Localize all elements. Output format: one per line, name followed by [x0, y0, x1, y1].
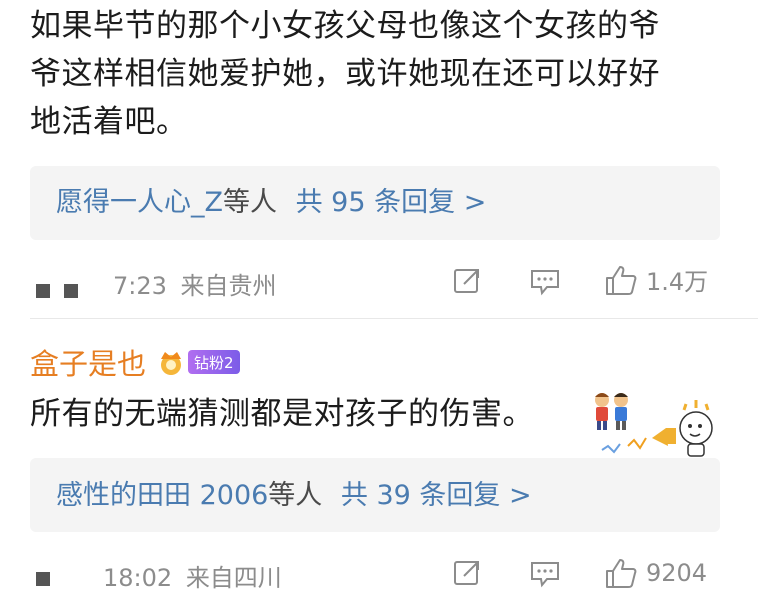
like-count: 9204: [646, 559, 708, 587]
comment-icon: [531, 562, 559, 588]
comment-1-line-3: 地活着吧。: [30, 104, 188, 140]
divider: [30, 318, 758, 319]
comment-2-replies-box[interactable]: 感性的田田 2006等人 共 39 条回复 >: [30, 458, 720, 532]
crown-icon: [161, 352, 182, 375]
reply-count-label[interactable]: 共 39 条回复 >: [341, 480, 532, 511]
comment-time: 7:23: [113, 272, 167, 300]
share-button[interactable]: [452, 266, 482, 296]
reply-others-label: 等人: [268, 480, 323, 511]
comment-2-text: 所有的无端猜测都是对孩子的伤害。: [30, 396, 534, 432]
reply-author-name[interactable]: 感性的田田 2006: [56, 480, 268, 511]
comment-location: 来自贵州: [180, 272, 277, 300]
share-icon: [454, 561, 479, 585]
reply-others-label: 等人: [223, 187, 277, 218]
comment-1-meta: 7:23 来自贵州: [113, 266, 277, 301]
like-count: 1.4万: [646, 268, 709, 296]
fan-badge[interactable]: 钻粉2: [188, 350, 240, 374]
comment-2-username[interactable]: 盒子是也: [30, 341, 146, 383]
reply-author-name[interactable]: 愿得一人心_Z: [56, 187, 223, 218]
comment-1-meta-row: 7:23 来自贵州 1.4万: [0, 262, 758, 302]
comment-button[interactable]: [529, 268, 561, 296]
location-pixel-icon: [36, 572, 50, 586]
comment-icon: [531, 270, 559, 296]
like-icon: [606, 559, 637, 588]
like-button[interactable]: 1.4万: [604, 262, 708, 297]
comment-time: 18:02: [103, 564, 173, 592]
comment-1-replies-box[interactable]: 愿得一人心_Z等人 共 95 条回复 >: [30, 166, 720, 240]
comment-button[interactable]: [529, 560, 561, 588]
comment-2-header: 盒子是也 钻粉2: [30, 342, 240, 382]
comment-1-text: 如果毕节的那个小女孩父母也像这个女孩的爷 爷这样相信她爱护她，或许她现在还可以好…: [30, 2, 740, 146]
comment-1-line-1: 如果毕节的那个小女孩父母也像这个女孩的爷: [30, 8, 660, 44]
comment-2-replies-link[interactable]: 感性的田田 2006等人 共 39 条回复 >: [56, 478, 532, 514]
like-button[interactable]: 9204: [604, 556, 707, 590]
share-icon: [454, 269, 479, 293]
location-pixel-icon: [64, 284, 78, 298]
like-icon: [606, 265, 637, 295]
megaphone-sticker: [594, 380, 724, 464]
reply-count-label[interactable]: 共 95 条回复 >: [296, 187, 487, 218]
comment-location: 来自四川: [185, 564, 282, 592]
comment-2-meta: 18:02 来自四川: [103, 558, 282, 593]
share-button[interactable]: [452, 558, 482, 588]
comment-2-meta-row: 18:02 来自四川 9204: [0, 556, 758, 596]
comment-1-replies-link[interactable]: 愿得一人心_Z等人 共 95 条回复 >: [56, 185, 486, 221]
location-pixel-icon: [36, 284, 50, 298]
comment-1-line-2: 爷这样相信她爱护她，或许她现在还可以好好: [30, 56, 660, 92]
